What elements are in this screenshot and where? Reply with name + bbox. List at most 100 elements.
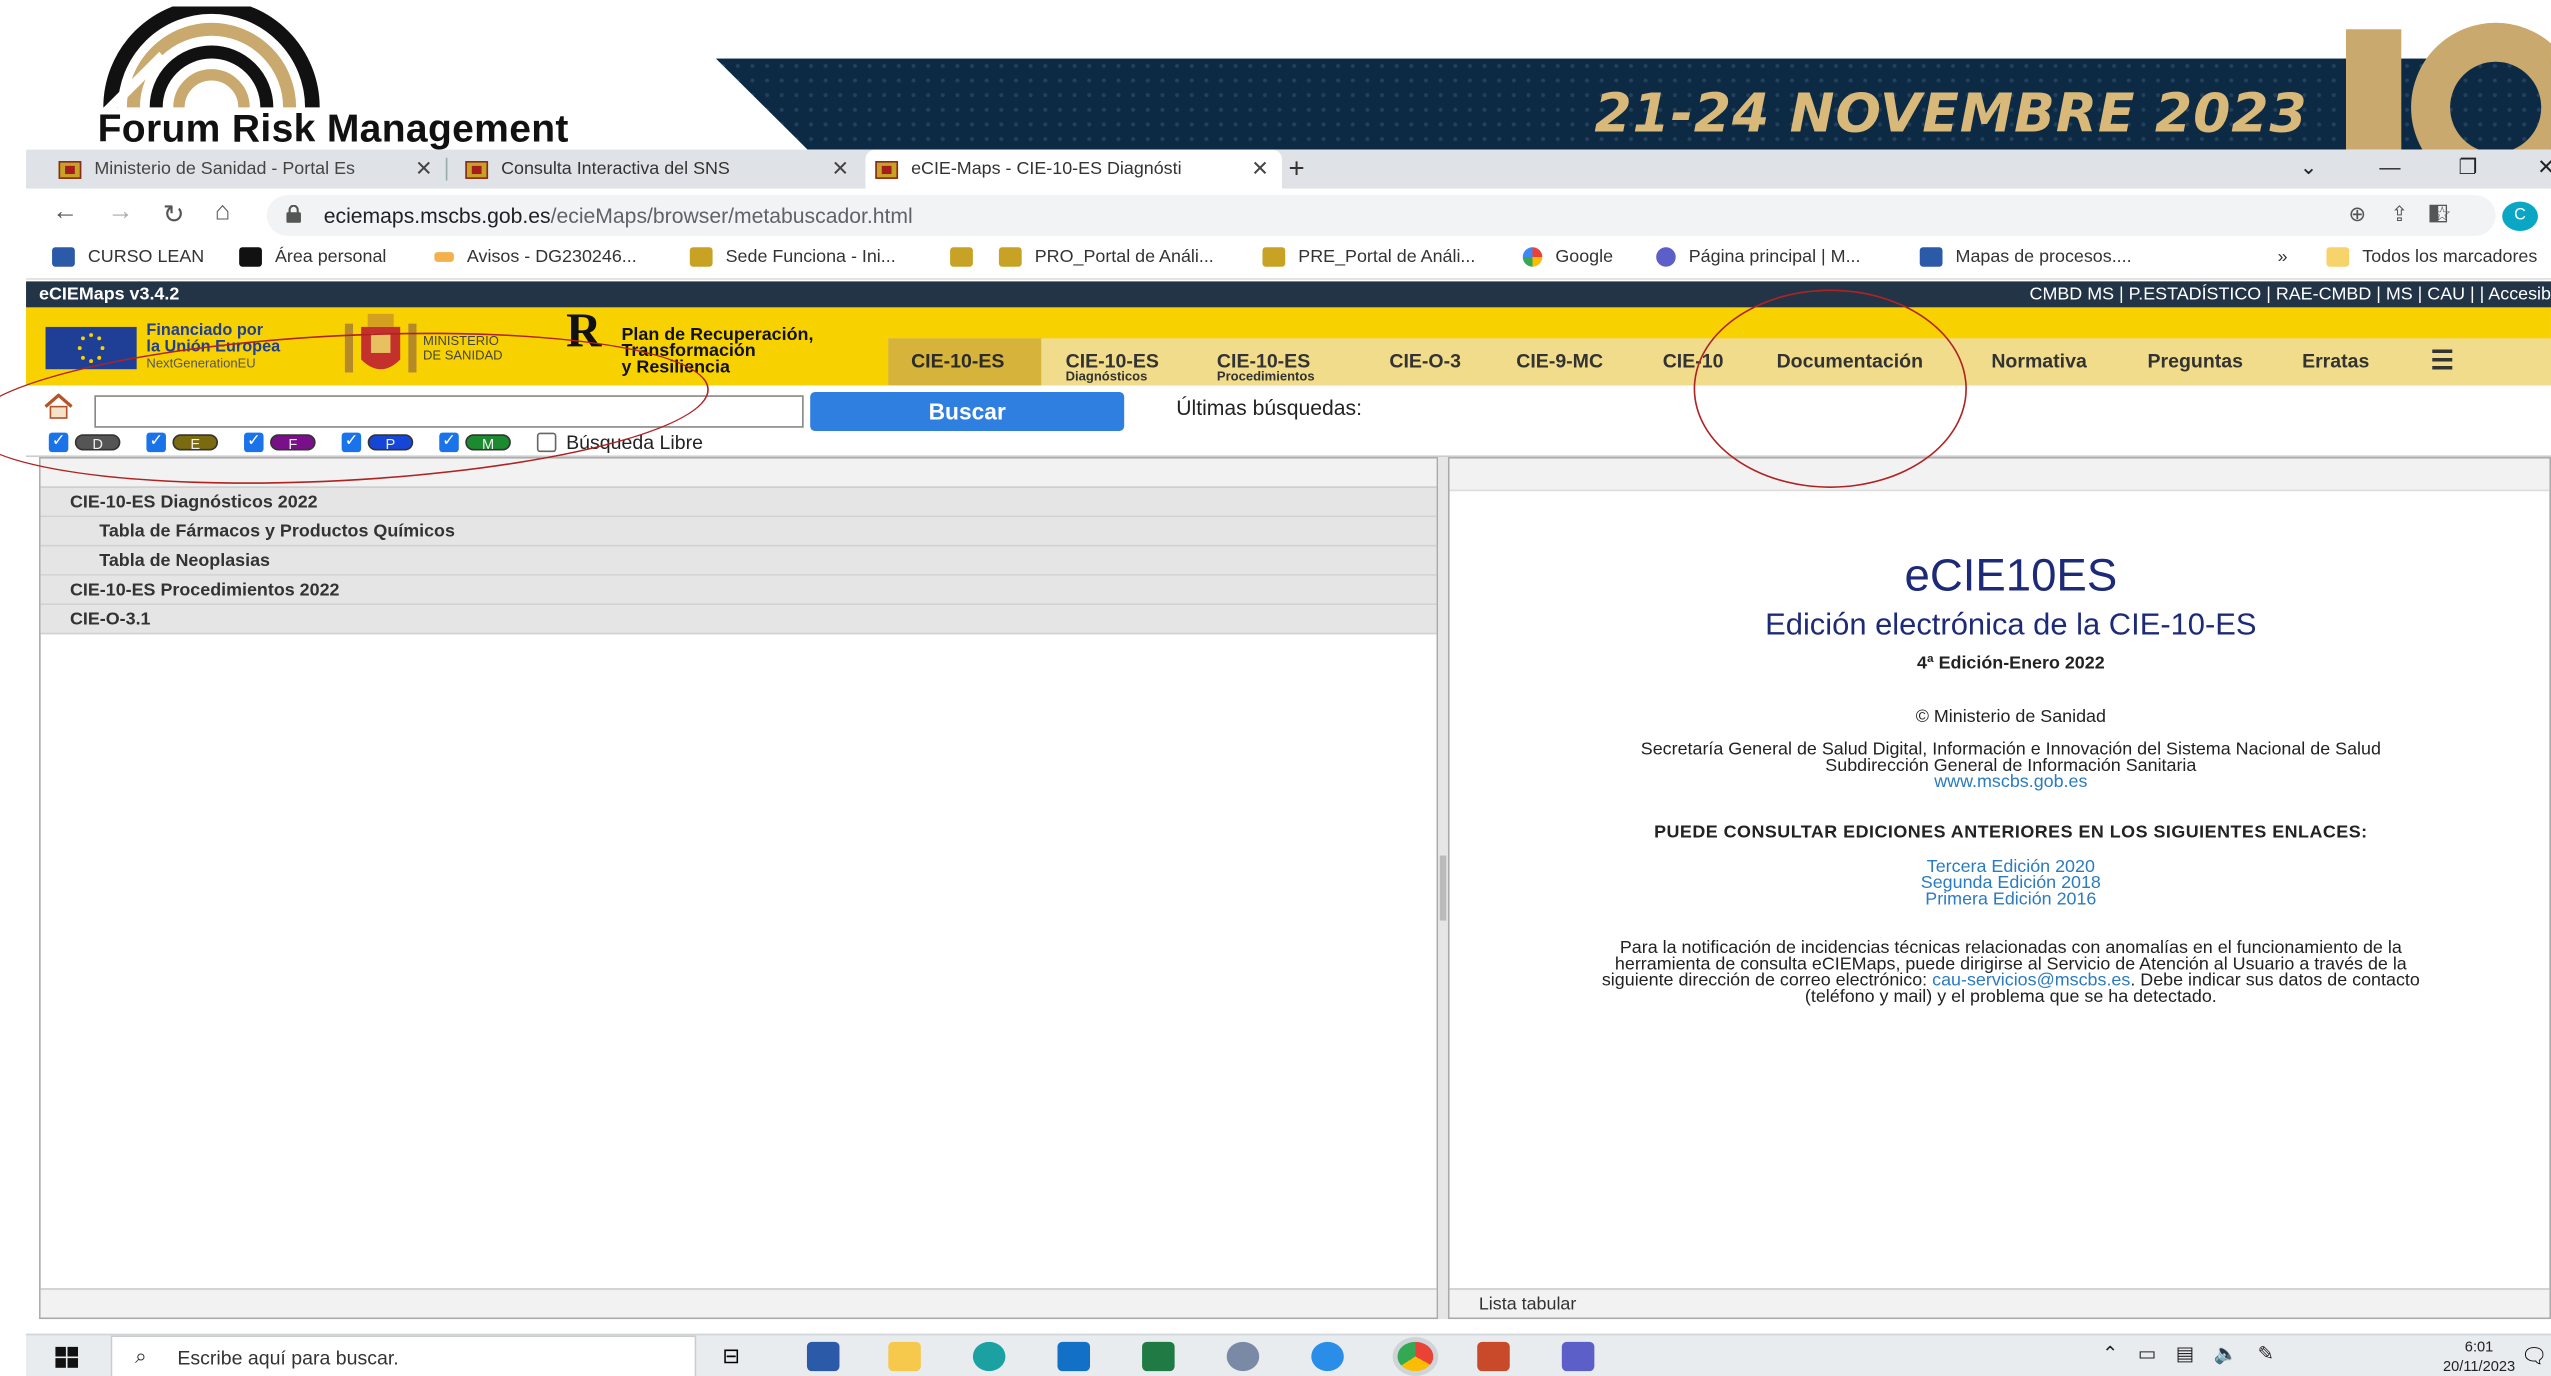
windows-start-icon[interactable] [55,1346,79,1368]
powerpoint-icon[interactable] [1477,1341,1510,1372]
reload-icon[interactable]: ↻ [163,198,185,231]
pane-footer: Lista tabular [1449,1288,2550,1318]
zoom-icon[interactable]: ⊕ [2348,202,2390,226]
back-arrow-icon[interactable]: ← [52,198,78,227]
system-tray-icons[interactable]: ⌃▭▤🔈✎ [2102,1342,2294,1365]
task-view-icon[interactable]: ⊟ [722,1343,740,1369]
bookmark-sede[interactable]: Sede Funciona - Ini... [689,247,896,267]
filter-checkbox-e[interactable]: ✓ [146,432,166,453]
bookmarks-overflow[interactable]: » [2278,247,2288,267]
restore-icon[interactable]: ❐ [2431,150,2506,189]
nav-cie10[interactable]: CIE-10 [1663,338,1724,385]
browser-tab-eciemaps[interactable]: eCIE-Maps - CIE-10-ES Diagnósti ✕ [865,149,1282,189]
filter-checkbox-m[interactable]: ✓ [439,432,459,453]
eu-line: NextGenerationEU [146,356,256,371]
chrome-icon[interactable] [1392,1336,1439,1376]
splitter-grip[interactable] [1439,855,1447,921]
url-path: /ecieMaps/browser/metabuscador.html [550,203,913,228]
search-button[interactable]: Buscar [810,391,1125,432]
bookmark-label: Avisos - DG230246... [466,247,637,267]
bookmark-area-personal[interactable]: Área personal [239,247,386,267]
word-icon [52,247,75,267]
top-links[interactable]: CMBD MS | P.ESTADÍSTICO | RAE-CMBD | MS … [2030,281,2551,307]
pane-splitter[interactable] [1438,457,1448,1320]
bookmark-todos[interactable]: Todos los marcadores [2326,247,2537,267]
forward-arrow-icon[interactable]: → [107,198,133,227]
bookmark-google[interactable]: Google [1522,247,1613,267]
filter-checkbox-d[interactable]: ✓ [48,432,69,453]
browser-tab-ministerio[interactable]: Ministerio de Sanidad - Portal Es ✕ [49,150,446,189]
taskbar-clock[interactable]: 6:01 20/11/2023 [2443,1337,2515,1376]
edge-icon[interactable] [972,1341,1006,1372]
browser-tab-consulta[interactable]: Consulta Interactiva del SNS ✕ [456,150,863,189]
word-icon[interactable] [806,1341,840,1372]
file-explorer-icon[interactable] [888,1341,921,1372]
forum-logo-icon [97,6,320,121]
nav-label: Erratas [2302,349,2370,373]
recent-searches-label: Últimas búsquedas: [1176,395,1362,420]
nav-normativa[interactable]: Normativa [1991,338,2086,385]
tree-item[interactable]: Tabla de Fármacos y Productos Químicos [40,517,1437,547]
app-title-bar: eCIEMaps v3.4.2 CMBD MS | P.ESTADÍSTICO … [26,281,2551,308]
tab-search-chevron-icon[interactable]: ⌄ [2271,150,2346,189]
bookmark-avisos[interactable]: Avisos - DG230246... [434,247,637,267]
tree-item[interactable]: Tabla de Neoplasias [40,546,1437,576]
minimize-icon[interactable]: — [2352,150,2427,189]
hamburger-menu-icon[interactable]: ☰ [2431,338,2454,385]
nav-cie10es-diagnosticos[interactable]: CIE-10-ES Diagnósticos [1066,338,1159,385]
close-tab-icon[interactable]: ✕ [1251,156,1282,182]
tree-item[interactable]: CIE-10-ES Procedimientos 2022 [40,575,1437,606]
bookmark-label: Mapas de procesos.... [1955,247,2132,267]
teams-icon[interactable] [1561,1341,1595,1372]
nav-cie9mc[interactable]: CIE-9-MC [1516,338,1603,385]
bookmark-pagina-principal[interactable]: Página principal | M... [1656,247,1860,267]
nav-label: CIE-O-3 [1389,349,1461,373]
nav-cieo3[interactable]: CIE-O-3 [1389,338,1461,385]
address-bar[interactable]: eciemaps.mscbs.gob.es/ecieMaps/browser/m… [266,195,2496,236]
excel-icon[interactable] [1142,1341,1175,1372]
tree-item[interactable]: CIE-O-3.1 [40,605,1437,635]
filter-badge-m: M [465,434,511,452]
search-input[interactable] [94,395,804,428]
new-tab-button[interactable]: + [1289,150,1325,189]
nav-documentacion[interactable]: Documentación [1777,338,1923,385]
tab-separator [445,157,448,181]
bookmark-blank[interactable] [950,247,986,267]
info-content: eCIE10ES Edición electrónica de la CIE-1… [1450,491,2551,1006]
nav-cie10es[interactable]: CIE-10-ES [888,338,1042,386]
profile-avatar[interactable]: C [2502,201,2538,231]
bookmark-pre-portal[interactable]: PRE_Portal de Análi... [1262,247,1475,267]
close-tab-icon[interactable]: ✕ [415,156,446,182]
bookmark-curso-lean[interactable]: CURSO LEAN [52,247,204,267]
filter-checkbox-p[interactable]: ✓ [341,432,362,453]
anniversary-logo-icon [2345,22,2551,150]
info-pane: eCIE10ES Edición electrónica de la CIE-1… [1447,457,2551,1320]
info-website-link[interactable]: www.mscbs.gob.es [1450,773,2551,791]
sidebar-icon[interactable]: ◧ [2427,198,2449,226]
info-title: eCIE10ES [1904,549,2118,601]
nav-cie10es-procedimientos[interactable]: CIE-10-ES Procedimientos [1217,338,1315,385]
home-icon[interactable] [42,393,75,420]
link-primera-edicion[interactable]: Primera Edición 2016 [1450,891,2551,909]
bookmark-mapas[interactable]: Mapas de procesos.... [1919,247,2132,267]
close-window-icon[interactable]: ✕ [2509,150,2551,189]
tree-item[interactable]: CIE-10-ES Diagnósticos 2022 [40,487,1437,518]
prtr-r-icon: R [566,304,602,358]
bookmark-label: PRE_Portal de Análi... [1298,247,1476,267]
bookmark-pro-portal[interactable]: PRO_Portal de Análi... [998,247,1214,267]
home-icon[interactable]: ⌂ [215,198,231,227]
bookmarks-bar: CURSO LEAN Área personal Avisos - DG2302… [26,240,2551,280]
notifications-icon[interactable]: 🗨 [2521,1343,2548,1369]
network-app-icon[interactable] [1226,1341,1260,1372]
nav-label: CIE-10-ES [911,349,1005,373]
taskbar-search[interactable]: ⌕ Escribe aquí para buscar. [110,1335,697,1376]
outlook-icon[interactable] [1057,1341,1091,1372]
free-search-checkbox[interactable] [536,432,557,453]
lista-tabular-tab[interactable]: Lista tabular [1479,1295,1577,1315]
filter-checkbox-f[interactable]: ✓ [244,432,264,453]
close-tab-icon[interactable]: ✕ [831,156,862,182]
nav-erratas[interactable]: Erratas [2302,338,2369,385]
nav-preguntas[interactable]: Preguntas [2148,338,2243,385]
internet-explorer-icon[interactable] [1311,1341,1344,1372]
app-version: eCIEMaps v3.4.2 [39,284,180,305]
